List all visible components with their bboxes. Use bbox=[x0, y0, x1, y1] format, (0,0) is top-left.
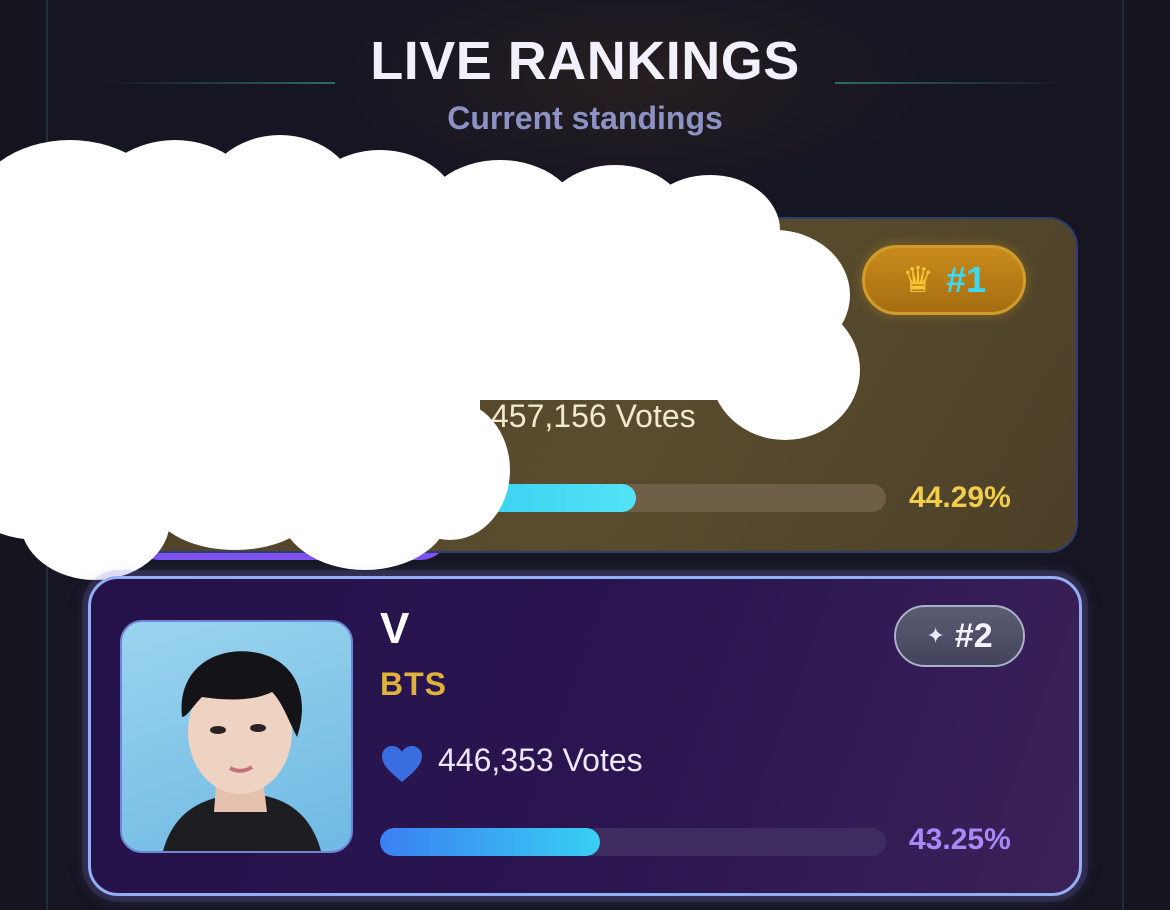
rank-badge-2: ✦ #2 bbox=[894, 605, 1025, 667]
heart-icon bbox=[380, 744, 424, 789]
artist-photo bbox=[120, 620, 353, 853]
vote-percent-1: 44.29% bbox=[909, 481, 1011, 514]
vote-count-2: 446,353 Votes bbox=[438, 742, 643, 778]
progress-fill-2 bbox=[380, 828, 601, 856]
progress-bar-2 bbox=[380, 828, 886, 856]
rank-label-2: #2 bbox=[954, 616, 993, 655]
rank-label-1: #1 bbox=[946, 259, 987, 300]
page-subtitle: Current standings bbox=[447, 100, 723, 136]
artist-name: V bbox=[380, 604, 410, 653]
sparkle-icon: ✦ bbox=[926, 623, 945, 648]
crown-icon: ♛ bbox=[901, 259, 935, 300]
rank-badge-1: ♛ #1 bbox=[862, 245, 1026, 315]
vote-count-1: 457,156 Votes bbox=[491, 398, 696, 434]
artist-group: BTS bbox=[380, 666, 447, 702]
vote-percent-2: 43.25% bbox=[909, 823, 1011, 856]
page-title: LIVE RANKINGS bbox=[370, 31, 800, 91]
